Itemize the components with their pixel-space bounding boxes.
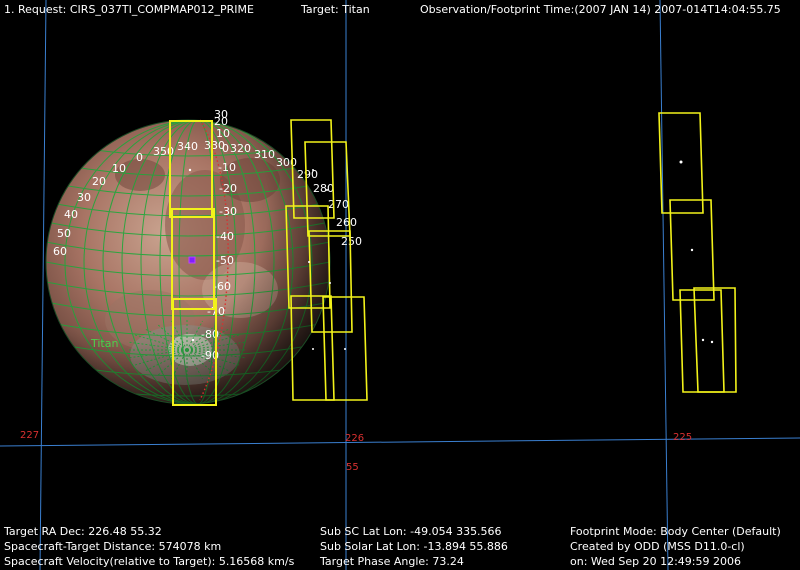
longitude-label: 290 bbox=[297, 168, 318, 181]
longitude-label: 50 bbox=[57, 227, 71, 240]
latitude-label: -50 bbox=[216, 254, 234, 267]
longitude-label: 320 bbox=[230, 142, 251, 155]
sub-spacecraft-marker[interactable] bbox=[188, 256, 196, 264]
request-label: 1. Request: CIRS_037TI_COMPMAP012_PRIME bbox=[4, 3, 254, 16]
longitude-label: 260 bbox=[336, 216, 357, 229]
footer-col1-line1: Target RA Dec: 226.48 55.32 bbox=[4, 525, 162, 538]
longitude-label: 310 bbox=[254, 148, 275, 161]
dec-tick-label: 55 bbox=[346, 462, 359, 473]
ra-tick-label: 226 bbox=[345, 433, 364, 444]
footer-col3-line2: Created by ODD (MSS D11.0-cl) bbox=[570, 540, 745, 553]
longitude-label: 20 bbox=[92, 175, 106, 188]
latitude-label: 0 bbox=[222, 142, 229, 155]
footer-col1-line3: Spacecraft Velocity(relative to Target):… bbox=[4, 555, 295, 568]
longitude-label: 40 bbox=[64, 208, 78, 221]
target-name-label: Target: Titan bbox=[301, 3, 370, 16]
footer-col2-line2: Sub Solar Lat Lon: -13.894 55.886 bbox=[320, 540, 508, 553]
footer-col1-line2: Spacecraft-Target Distance: 574078 km bbox=[4, 540, 222, 553]
footer-col3-line3: on: Wed Sep 20 12:49:59 2006 bbox=[570, 555, 741, 568]
longitude-label: 340 bbox=[177, 140, 198, 153]
target-label: Titan bbox=[90, 337, 118, 350]
longitude-label: 30 bbox=[77, 191, 91, 204]
longitude-label: 0 bbox=[136, 151, 143, 164]
footer-col3-line1: Footprint Mode: Body Center (Default) bbox=[570, 525, 781, 538]
longitude-label: 280 bbox=[313, 182, 334, 195]
latitude-label: -40 bbox=[216, 230, 234, 243]
footprint-rect bbox=[693, 287, 737, 393]
latitude-label: -30 bbox=[219, 205, 237, 218]
longitude-label: 10 bbox=[112, 162, 126, 175]
latitude-label: 10 bbox=[216, 127, 230, 140]
latitude-label: -10 bbox=[218, 161, 236, 174]
ra-tick-label: 227 bbox=[20, 430, 39, 441]
footer-col2-line1: Sub SC Lat Lon: -49.054 335.566 bbox=[320, 525, 502, 538]
longitude-label: 60 bbox=[53, 245, 67, 258]
observation-time-label: Observation/Footprint Time:(2007 JAN 14)… bbox=[420, 3, 781, 16]
ra-line bbox=[659, 0, 669, 570]
latitude-label: -20 bbox=[219, 182, 237, 195]
latitude-label: -60 bbox=[213, 280, 231, 293]
footprint-group-right[interactable] bbox=[658, 112, 737, 393]
longitude-label: 300 bbox=[276, 156, 297, 169]
longitude-label: 250 bbox=[341, 235, 362, 248]
longitude-label: 270 bbox=[328, 198, 349, 211]
odd-footprint-viewer: 60 50 40 30 20 10 0 350 340 330 320 310 300 290 280 270… bbox=[0, 0, 800, 570]
ra-line bbox=[39, 0, 47, 570]
footprint-rect bbox=[679, 289, 725, 393]
footer-col2-line3: Target Phase Angle: 73.24 bbox=[320, 555, 464, 568]
ra-tick-label: 225 bbox=[673, 432, 692, 443]
footprint-plot[interactable]: 6050403020100 350 340 330 320 310300290280270… bbox=[0, 0, 800, 570]
